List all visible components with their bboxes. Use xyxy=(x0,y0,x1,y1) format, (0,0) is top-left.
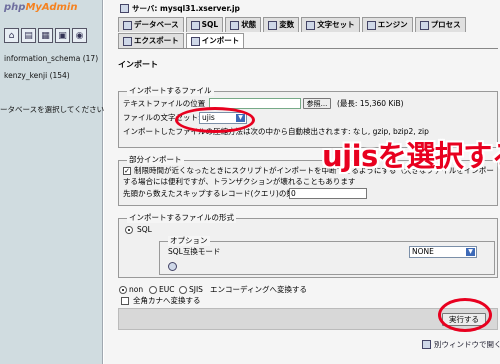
home-icon[interactable]: ⌂ xyxy=(4,28,19,43)
navigation-frame: phpMyAdmin ⌂ ▤ ▦ ▣ ◉ information_schema … xyxy=(0,0,105,364)
server-label[interactable]: サーバ: mysql31.xserver.jp xyxy=(132,3,240,14)
skip-records-input[interactable]: 0 xyxy=(289,188,367,199)
file-legend: インポートするファイル xyxy=(127,86,214,96)
tab-label: データベース xyxy=(134,20,179,29)
database-item[interactable]: kenzy_kenji (154) xyxy=(4,69,100,86)
phpmyadmin-logo[interactable]: phpMyAdmin xyxy=(4,2,77,13)
partial-legend: 部分インポート xyxy=(127,155,184,165)
tab-processes[interactable]: プロセス xyxy=(414,17,466,32)
tab-charsets[interactable]: 文字セット xyxy=(301,17,360,32)
browse-button[interactable]: 参照... xyxy=(303,98,331,109)
logo-myadmin-text: MyAdmin xyxy=(25,2,78,13)
options-legend: オプション xyxy=(168,236,210,246)
docs-icon[interactable]: ▣ xyxy=(55,28,70,43)
tab-label: エンジン xyxy=(377,20,408,29)
process-icon xyxy=(419,20,429,30)
page-title: インポート xyxy=(118,60,158,69)
tab-bar: データベース SQL 状態 変数 文字セット エンジン プロセス エクスポート … xyxy=(118,17,498,49)
sql-icon[interactable]: ▦ xyxy=(38,28,53,43)
encoding-sjis-radio[interactable] xyxy=(179,286,187,294)
tab-row-1: データベース SQL 状態 変数 文字セット エンジン プロセス xyxy=(118,17,498,33)
sql-options-fieldset: オプション SQL互換モード NONE ▼ xyxy=(159,236,495,275)
tab-label: インポート xyxy=(201,36,240,45)
tab-export[interactable]: エクスポート xyxy=(118,33,184,48)
encoding-euc-label: EUC xyxy=(159,285,175,294)
navigation-icons: ⌂ ▤ ▦ ▣ ◉ xyxy=(4,28,87,43)
charset-icon xyxy=(306,20,316,30)
format-fieldset: インポートするファイルの形式 SQL オプション SQL互換モード NONE ▼ xyxy=(118,213,498,278)
execute-highlight-circle xyxy=(438,298,492,332)
tab-label: 状態 xyxy=(241,20,257,29)
database-list: information_schema (17) kenzy_kenji (154… xyxy=(4,52,100,86)
encoding-euc-radio[interactable] xyxy=(149,286,157,294)
tab-import[interactable]: インポート xyxy=(185,33,245,48)
select-database-hint: ータベースを選択してください xyxy=(0,105,105,114)
help-icon[interactable] xyxy=(168,262,177,271)
engine-icon xyxy=(366,20,376,30)
format-sql-radio[interactable] xyxy=(125,226,133,234)
tab-label: プロセス xyxy=(430,20,461,29)
tab-label: 変数 xyxy=(279,20,295,29)
kana-convert-checkbox[interactable] xyxy=(121,297,129,305)
tab-sql[interactable]: SQL xyxy=(185,17,224,32)
max-size-text: (最長: 15,360 KiB) xyxy=(337,99,404,108)
database-icon xyxy=(123,20,132,30)
tab-variables[interactable]: 変数 xyxy=(263,17,300,32)
encoding-none-label: non xyxy=(129,285,144,294)
export-icon xyxy=(123,36,132,46)
compat-mode-value: NONE xyxy=(412,247,434,256)
compat-mode-select[interactable]: NONE ▼ xyxy=(409,246,477,258)
encoding-note: エンコーディングへ変換する xyxy=(210,285,307,294)
tab-databases[interactable]: データベース xyxy=(118,17,184,32)
sql-tab-icon xyxy=(190,20,200,30)
chevron-down-icon: ▼ xyxy=(466,248,475,256)
file-location-label: テキストファイルの位置 xyxy=(123,99,206,108)
tab-engines[interactable]: エンジン xyxy=(361,17,413,32)
format-legend: インポートするファイルの形式 xyxy=(127,213,236,223)
new-window-label: 別ウィンドウで開く xyxy=(434,340,500,349)
tab-label: 文字セット xyxy=(317,20,355,29)
phpmyadmin-screen: phpMyAdmin ⌂ ▤ ▦ ▣ ◉ information_schema … xyxy=(0,0,500,364)
kana-convert-label: 全角カナへ変換する xyxy=(133,296,201,305)
format-sql-label: SQL xyxy=(137,225,152,234)
logo-php-text: php xyxy=(4,2,26,13)
reload-icon[interactable]: ◉ xyxy=(72,28,87,43)
new-window-link[interactable]: 別ウィンドウで開く xyxy=(422,339,500,350)
encoding-sjis-label: SJIS xyxy=(189,285,203,294)
tab-status[interactable]: 状態 xyxy=(225,17,262,32)
variables-icon xyxy=(268,20,278,30)
main-frame: サーバ: mysql31.xserver.jp データベース SQL 状態 変数… xyxy=(104,0,500,364)
tab-divider xyxy=(118,48,498,49)
allow-interrupt-label-continued: する場合には便利ですが、トランザクションが壊れることもあります xyxy=(123,177,356,186)
import-icon xyxy=(190,36,200,46)
charset-highlight-circle xyxy=(175,107,255,133)
annotation-text: ujisを選択する xyxy=(322,139,500,173)
database-item[interactable]: information_schema (17) xyxy=(4,52,100,69)
tab-row-2: エクスポート インポート xyxy=(118,33,498,49)
server-icon xyxy=(120,4,129,13)
skip-records-label: 先頭から数えたスキップするレコード(クエリ)の数 xyxy=(123,189,294,198)
compat-mode-label: SQL互換モード xyxy=(168,247,221,256)
server-breadcrumb: サーバ: mysql31.xserver.jp xyxy=(120,3,240,14)
encoding-none-radio[interactable] xyxy=(119,286,127,294)
allow-interrupt-checkbox[interactable]: ✓ xyxy=(123,167,131,175)
status-icon xyxy=(230,20,240,30)
tab-label: SQL xyxy=(201,20,219,29)
new-window-icon xyxy=(422,340,431,349)
query-window-icon[interactable]: ▤ xyxy=(21,28,36,43)
tab-label: エクスポート xyxy=(134,36,179,45)
